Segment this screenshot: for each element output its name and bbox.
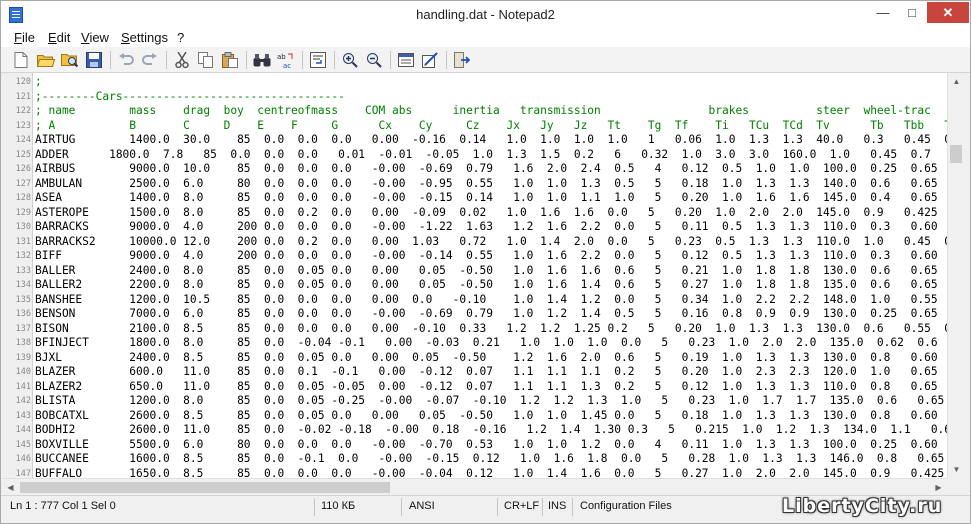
- redo-button[interactable]: [140, 50, 160, 70]
- menu-bar: File Edit View Settings ?: [1, 28, 970, 47]
- toolbar: ab ac: [1, 47, 970, 73]
- find-button[interactable]: [252, 50, 272, 70]
- window-title: handling.dat - Notepad2: [416, 7, 555, 22]
- menu-settings[interactable]: Settings: [121, 30, 168, 45]
- undo-icon: [119, 53, 134, 65]
- horizontal-scroll-thumb[interactable]: [20, 482, 390, 493]
- line-number: 147: [15, 468, 31, 479]
- menu-file[interactable]: File: [14, 30, 35, 45]
- chevron-down-icon: ▼: [952, 465, 961, 474]
- redo-icon: [142, 53, 157, 65]
- find-icon: [253, 54, 271, 67]
- exit-icon: [454, 52, 470, 68]
- chevron-up-icon: ▲: [952, 77, 961, 86]
- scroll-up-button[interactable]: ▲: [948, 73, 965, 90]
- scroll-down-button[interactable]: ▼: [948, 461, 965, 478]
- status-line-endings[interactable]: CR+LF: [504, 496, 539, 524]
- word-wrap-button[interactable]: [308, 50, 328, 70]
- zoom-out-button[interactable]: [364, 50, 384, 70]
- word-wrap-icon: [310, 52, 326, 68]
- site-watermark: LibertyCity.ru: [782, 495, 943, 517]
- menu-view[interactable]: View: [81, 30, 109, 45]
- horizontal-scrollbar[interactable]: ◀ ▶: [2, 478, 947, 495]
- open-button[interactable]: [36, 50, 56, 70]
- save-button[interactable]: [84, 50, 104, 70]
- scrollbar-corner: [947, 478, 964, 495]
- scroll-left-button[interactable]: ◀: [2, 479, 19, 496]
- maximize-button[interactable]: □: [898, 2, 926, 23]
- svg-text:ab: ab: [277, 53, 286, 61]
- browse-icon: [61, 54, 79, 68]
- minimize-icon: —: [876, 5, 890, 20]
- browse-button[interactable]: [60, 50, 80, 70]
- title-bar[interactable]: handling.dat - Notepad2 — □ ✕: [1, 1, 970, 28]
- paste-icon: [222, 52, 238, 68]
- scheme-icon: [398, 53, 414, 67]
- paste-button[interactable]: [220, 50, 240, 70]
- scroll-right-button[interactable]: ▶: [930, 479, 947, 496]
- exit-button[interactable]: [452, 50, 472, 70]
- open-folder-icon: [37, 55, 55, 67]
- menu-edit[interactable]: Edit: [48, 30, 70, 45]
- replace-icon: abac: [277, 53, 293, 69]
- customize-schemes-button[interactable]: [420, 50, 440, 70]
- new-file-icon: [14, 52, 28, 68]
- zoom-in-icon: [343, 53, 358, 68]
- editor-line[interactable]: 147 BUFFALO 1650.0 8.5 85 0.0 0.0 0.0 -0.…: [2, 466, 947, 479]
- vertical-scrollbar[interactable]: ▲ ▼: [947, 73, 964, 478]
- notepad2-window: handling.dat - Notepad2 — □ ✕ File Edit …: [0, 0, 971, 524]
- status-syntax-scheme[interactable]: Configuration Files: [580, 496, 672, 524]
- copy-button[interactable]: [196, 50, 216, 70]
- chevron-left-icon: ◀: [7, 483, 14, 492]
- cut-icon: [175, 52, 189, 68]
- status-encoding[interactable]: ANSI: [409, 496, 435, 524]
- status-file-size: 110 КБ: [321, 500, 356, 512]
- close-icon: ✕: [942, 5, 954, 20]
- svg-text:ac: ac: [283, 62, 291, 69]
- line-text: BUFFALO 1650.0 8.5 85 0.0 0.0 0.0 -0.00 …: [35, 466, 945, 479]
- minimize-button[interactable]: —: [869, 2, 897, 23]
- cut-button[interactable]: [172, 50, 192, 70]
- zoom-in-button[interactable]: [340, 50, 360, 70]
- vertical-scroll-thumb[interactable]: [950, 145, 962, 163]
- undo-button[interactable]: [116, 50, 136, 70]
- replace-button[interactable]: ab ac: [276, 50, 296, 70]
- menu-help[interactable]: ?: [177, 30, 184, 45]
- scheme-button[interactable]: [396, 50, 416, 70]
- save-icon: [86, 52, 102, 68]
- customize-icon: [422, 52, 438, 68]
- copy-icon: [198, 52, 213, 68]
- new-file-button[interactable]: [11, 50, 31, 70]
- chevron-right-icon: ▶: [935, 483, 942, 492]
- text-editor[interactable]: 120; 121 ;--------Cars--------------------…: [2, 73, 947, 478]
- zoom-out-icon: [367, 53, 382, 68]
- close-button[interactable]: ✕: [927, 2, 969, 23]
- status-position: Ln 1 : 777 Col 1 Sel 0: [10, 500, 116, 512]
- status-insert-mode: INS: [548, 500, 567, 512]
- maximize-icon: □: [908, 5, 916, 20]
